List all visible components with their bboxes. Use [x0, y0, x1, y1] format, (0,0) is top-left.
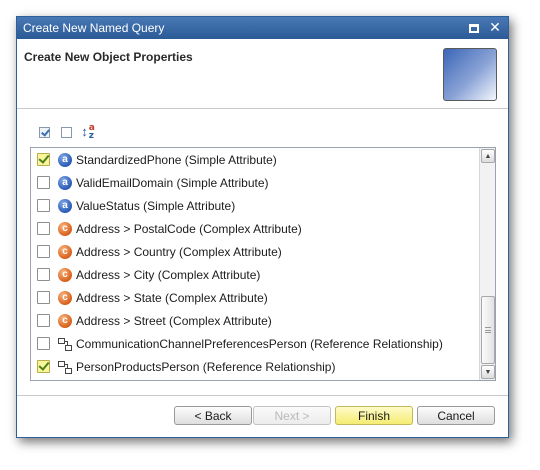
property-row[interactable]: a StandardizedPhone (Simple Attribute) — [31, 148, 480, 171]
properties-rows: a StandardizedPhone (Simple Attribute) a Va… — [31, 148, 480, 378]
property-checkbox[interactable] — [37, 199, 50, 212]
property-label: CommunicationChannelPreferencesPerson (R… — [76, 336, 443, 351]
object-properties-list[interactable]: a StandardizedPhone (Simple Attribute) a Va… — [30, 147, 496, 381]
property-checkbox-checked[interactable] — [37, 360, 50, 373]
property-checkbox[interactable] — [37, 176, 50, 189]
reference-relationship-icon — [58, 337, 72, 351]
property-checkbox[interactable] — [37, 268, 50, 281]
scroll-up-button[interactable]: ▲ — [481, 149, 495, 163]
check-all-icon[interactable] — [36, 124, 52, 140]
property-label: Address > City (Complex Attribute) — [76, 267, 261, 282]
property-label: StandardizedPhone (Simple Attribute) — [76, 152, 277, 167]
property-row[interactable]: c Address > City (Complex Attribute) — [31, 263, 480, 286]
back-button[interactable]: < Back — [174, 406, 252, 425]
sort-az-icon[interactable]: ↕ a z — [80, 124, 96, 141]
finish-button[interactable]: Finish — [335, 406, 413, 425]
close-icon[interactable]: ✕ — [487, 20, 503, 36]
complex-attribute-icon: c — [58, 267, 72, 282]
property-row[interactable]: c Address > Country (Complex Attribute) — [31, 240, 480, 263]
simple-attribute-icon: a — [58, 152, 72, 167]
cancel-button[interactable]: Cancel — [417, 406, 495, 425]
page-heading: Create New Object Properties — [24, 50, 193, 64]
complex-attribute-icon: c — [58, 313, 72, 328]
reference-relationship-icon — [58, 360, 72, 374]
property-label: Address > State (Complex Attribute) — [76, 290, 268, 305]
property-label: ValueStatus (Simple Attribute) — [76, 198, 236, 213]
property-checkbox[interactable] — [37, 245, 50, 258]
property-row[interactable]: PersonProductsPerson (Reference Relation… — [31, 355, 480, 378]
complex-attribute-icon: c — [58, 290, 72, 305]
complex-attribute-icon: c — [58, 244, 72, 259]
scroll-down-button[interactable]: ▼ — [481, 365, 495, 379]
property-label: Address > Street (Complex Attribute) — [76, 313, 272, 328]
property-row[interactable]: c Address > PostalCode (Complex Attribute… — [31, 217, 480, 240]
next-button[interactable]: Next > — [253, 406, 331, 425]
dialog-title: Create New Named Query — [23, 21, 165, 35]
property-label: Address > Country (Complex Attribute) — [76, 244, 282, 259]
uncheck-all-icon[interactable] — [58, 124, 74, 140]
property-row[interactable]: CommunicationChannelPreferencesPerson (R… — [31, 332, 480, 355]
property-row[interactable]: a ValidEmailDomain (Simple Attribute) — [31, 171, 480, 194]
restore-icon[interactable] — [466, 20, 482, 36]
property-row[interactable]: c Address > Street (Complex Attribute) — [31, 309, 480, 332]
complex-attribute-icon: c — [58, 221, 72, 236]
property-row[interactable]: a ValueStatus (Simple Attribute) — [31, 194, 480, 217]
property-checkbox[interactable] — [37, 314, 50, 327]
wizard-header: Create New Object Properties — [17, 39, 508, 109]
property-row[interactable]: c Address > State (Complex Attribute) — [31, 286, 480, 309]
property-checkbox-checked[interactable] — [37, 153, 50, 166]
wizard-banner-graphic — [443, 48, 497, 101]
simple-attribute-icon: a — [58, 198, 72, 213]
property-checkbox[interactable] — [37, 337, 50, 350]
create-named-query-dialog: Create New Named Query ✕ Create New Obje… — [16, 16, 509, 438]
footer-divider — [17, 395, 508, 396]
list-scrollbar[interactable]: ▲ ▼ — [479, 148, 495, 380]
property-checkbox[interactable] — [37, 222, 50, 235]
property-checkbox[interactable] — [37, 291, 50, 304]
list-toolbar: ↕ a z — [36, 123, 96, 141]
dialog-titlebar[interactable]: Create New Named Query ✕ — [17, 17, 508, 39]
simple-attribute-icon: a — [58, 175, 72, 190]
scroll-thumb[interactable] — [481, 296, 495, 364]
property-label: ValidEmailDomain (Simple Attribute) — [76, 175, 269, 190]
property-label: Address > PostalCode (Complex Attribute) — [76, 221, 302, 236]
property-label: PersonProductsPerson (Reference Relation… — [76, 359, 336, 374]
